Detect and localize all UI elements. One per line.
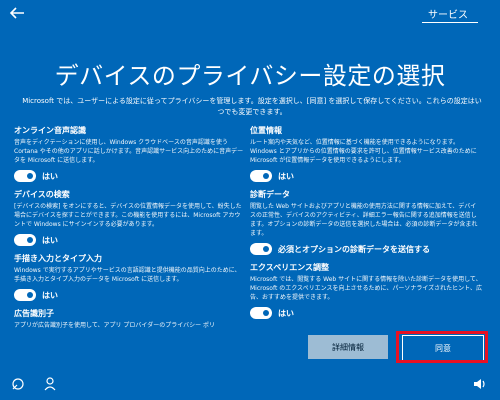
accept-highlight-box bbox=[396, 331, 488, 363]
back-arrow-icon[interactable] bbox=[8, 4, 26, 22]
toggle-knob bbox=[27, 237, 33, 243]
setting-title: 位置情報 bbox=[250, 126, 282, 135]
setting-title: 診断データ bbox=[250, 190, 290, 199]
find-device-toggle[interactable] bbox=[14, 234, 36, 246]
location-toggle[interactable] bbox=[250, 170, 272, 182]
toggle-row: はい bbox=[250, 307, 482, 319]
input-method-icon[interactable] bbox=[42, 376, 58, 392]
setting-tailored-experiences: エクスペリエンス調整 Microsoft では、閲覧する Web サイトに関する… bbox=[250, 262, 482, 319]
setting-diagnostics: 診断データ 閲覧した Web サイトおよびアプリと機能の使用方法に関する情報に加… bbox=[250, 189, 482, 255]
setting-title: 手描き入力とタイプ入力 bbox=[14, 254, 102, 263]
toggle-row: はい bbox=[14, 289, 246, 301]
toggle-row: はい bbox=[14, 234, 246, 246]
diagnostics-toggle[interactable] bbox=[250, 243, 272, 255]
toggle-label: はい bbox=[278, 308, 294, 318]
setting-description: [デバイスの検索] をオンにすると、デバイスの位置情報データを使用して、紛失した… bbox=[14, 203, 242, 228]
toggle-knob bbox=[263, 310, 269, 316]
toggle-row: はい bbox=[14, 170, 246, 182]
setting-title: オンライン音声認識 bbox=[14, 126, 86, 135]
toggle-knob bbox=[27, 173, 33, 179]
toggle-knob bbox=[263, 173, 269, 179]
tab-service[interactable]: サービス bbox=[428, 6, 468, 21]
intro-text: Microsoft では、ユーザーによる設定に従ってプライバシーを管理します。設… bbox=[22, 97, 482, 116]
setting-online-speech: オンライン音声認識 音声をディクテーションに使用し、Windows クラウドベー… bbox=[14, 125, 246, 182]
learn-more-button[interactable]: 詳細情報 bbox=[308, 335, 388, 359]
setting-description: ルート案内や天気など、位置情報に基づく機能を使用できるようになります。Windo… bbox=[250, 139, 477, 164]
ease-of-access-icon[interactable] bbox=[10, 376, 26, 392]
tailored-experiences-toggle[interactable] bbox=[250, 307, 272, 319]
setting-description: 閲覧した Web サイトおよびアプリと機能の使用方法に関する情報に加えて、デバイ… bbox=[250, 203, 478, 237]
toggle-label: はい bbox=[42, 290, 58, 300]
setting-inking-typing: 手描き入力とタイプ入力 Windows で実行するアプリやサービスの言語認識と提… bbox=[14, 253, 246, 301]
toggle-label: 必須とオプションの診断データを送信する bbox=[278, 244, 430, 254]
setting-description: Microsoft では、閲覧する Web サイトに関する情報を除いた診断データ… bbox=[250, 276, 483, 301]
setting-location: 位置情報 ルート案内や天気など、位置情報に基づく機能を使用できるようになります。… bbox=[250, 125, 482, 182]
toggle-row: 必須とオプションの診断データを送信する bbox=[250, 243, 482, 255]
toggle-knob bbox=[263, 246, 269, 252]
toggle-knob bbox=[27, 292, 33, 298]
setting-description: Windows で実行するアプリやサービスの言語認識と提供機能の品質向上のために… bbox=[14, 267, 241, 283]
toggle-label: はい bbox=[42, 235, 58, 245]
toggle-row: はい bbox=[250, 170, 482, 182]
setting-title: エクスペリエンス調整 bbox=[250, 263, 330, 272]
setting-title: デバイスの検索 bbox=[14, 190, 70, 199]
online-speech-toggle[interactable] bbox=[14, 170, 36, 182]
page-title: デバイスのプライバシー設定の選択 bbox=[54, 62, 446, 90]
toggle-label: はい bbox=[42, 171, 58, 181]
setting-description: 音声をディクテーションに使用し、Windows クラウドベースの音声認識を使う … bbox=[14, 139, 244, 164]
tab-underline bbox=[422, 22, 478, 23]
left-settings-column: オンライン音声認識 音声をディクテーションに使用し、Windows クラウドベー… bbox=[14, 125, 246, 330]
setting-description: アプリが広告識別子を使用して、アプリ プロバイダーのプライバシー ポリ bbox=[14, 322, 215, 329]
toggle-label: はい bbox=[278, 171, 294, 181]
bottom-bar bbox=[0, 368, 500, 400]
setting-advertising-id: 広告識別子 アプリが広告識別子を使用して、アプリ プロバイダーのプライバシー ポ… bbox=[14, 308, 246, 330]
right-settings-column: 位置情報 ルート案内や天気など、位置情報に基づく機能を使用できるようになります。… bbox=[250, 125, 482, 326]
setting-title: 広告識別子 bbox=[14, 309, 54, 318]
volume-icon[interactable] bbox=[472, 376, 488, 392]
inking-typing-toggle[interactable] bbox=[14, 289, 36, 301]
setting-find-device: デバイスの検索 [デバイスの検索] をオンにすると、デバイスの位置情報データを使… bbox=[14, 189, 246, 246]
top-bar: サービス bbox=[0, 0, 500, 28]
